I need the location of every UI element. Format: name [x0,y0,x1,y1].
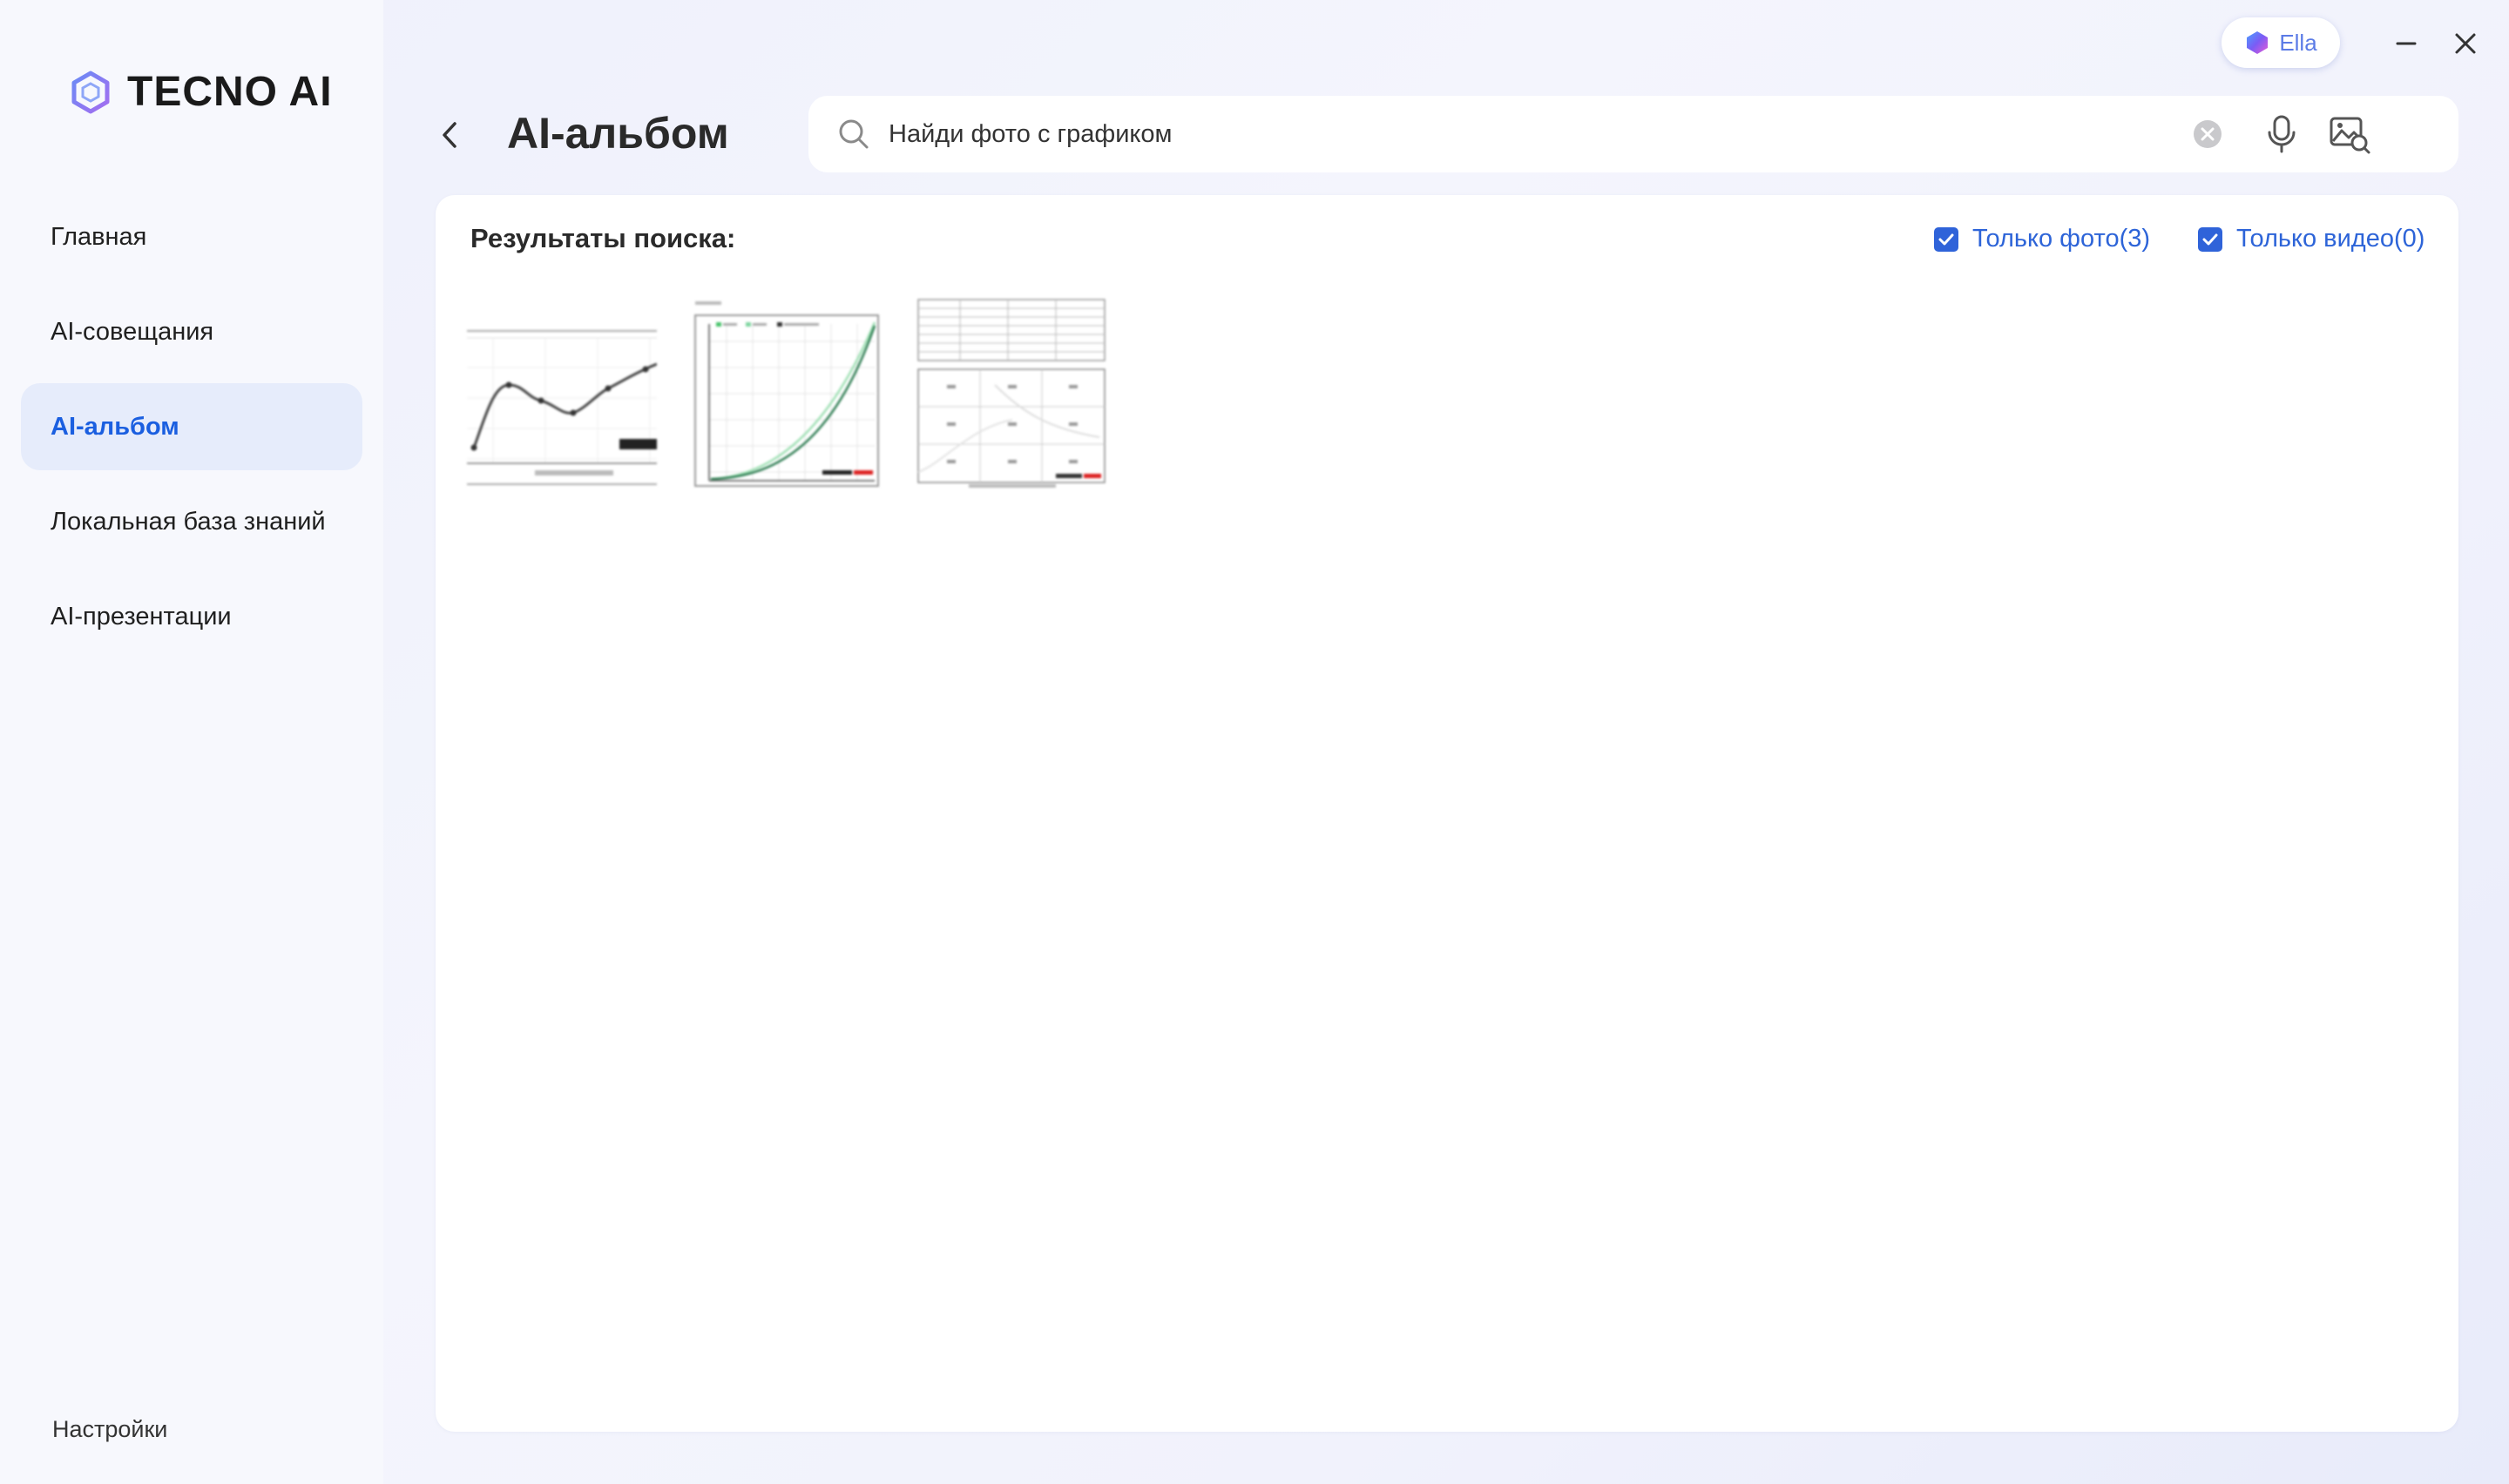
sidebar: TECNO AI Главная AI-совещания AI-альбом … [0,0,383,1484]
sidebar-item-ai-meetings[interactable]: AI-совещания [21,288,362,375]
minimize-icon [2396,42,2417,45]
search-input[interactable] [889,96,2161,172]
table-chart-photo-image [916,298,1106,488]
sidebar-item-label: AI-презентации [51,602,232,631]
app-logo: TECNO AI [68,68,333,116]
page-title: AI-альбом [507,109,729,158]
settings-link[interactable]: Настройки [52,1416,167,1443]
search-icon [839,119,869,149]
photos-checkbox[interactable] [1934,226,1958,252]
curve-chart-photo-image [692,298,882,488]
videos-filter-label: Только видео(0) [2236,225,2425,253]
photo-thumbnail[interactable] [692,298,882,488]
sidebar-item-label: AI-альбом [51,412,179,441]
results-panel: Результаты поиска: Только фото(3) Только… [436,195,2458,1432]
line-chart-photo-image [467,298,657,488]
results-title: Результаты поиска: [470,223,736,253]
checkmark-icon [1938,233,1954,245]
sidebar-item-knowledge-base[interactable]: Локальная база знаний [21,478,362,565]
sidebar-item-label: Главная [51,222,147,251]
close-button[interactable] [2448,26,2483,61]
image-search-icon[interactable] [2328,113,2371,155]
thumbnail-grid [467,298,1106,488]
minimize-button[interactable] [2389,26,2424,61]
filter-videos-only[interactable]: Только видео(0) [2198,225,2424,253]
chevron-left-icon [443,122,456,148]
sidebar-item-ai-album[interactable]: AI-альбом [21,383,362,470]
sidebar-item-ai-presentations[interactable]: AI-презентации [21,573,362,660]
close-icon [2455,33,2476,54]
ella-label: Ella [2279,29,2317,56]
photo-thumbnail[interactable] [916,298,1106,488]
photos-filter-label: Только фото(3) [1972,225,2151,253]
ella-assistant-button[interactable]: Ella [2222,17,2340,68]
clear-search-icon[interactable] [2192,118,2223,150]
back-button[interactable] [430,111,469,159]
photo-thumbnail[interactable] [467,298,657,488]
search-bar [808,96,2458,172]
tecno-logo-icon [71,71,110,113]
sidebar-item-label: Локальная база знаний [51,507,326,536]
checkmark-icon [2202,233,2218,245]
microphone-icon[interactable] [2262,113,2302,155]
filter-photos-only[interactable]: Только фото(3) [1934,225,2150,253]
sidebar-item-label: AI-совещания [51,317,214,346]
ella-icon [2247,31,2269,54]
brand-name: TECNO AI [127,69,333,115]
sidebar-nav: Главная AI-совещания AI-альбом Локальная… [21,193,362,668]
sidebar-item-home[interactable]: Главная [21,193,362,280]
videos-checkbox[interactable] [2198,226,2222,252]
